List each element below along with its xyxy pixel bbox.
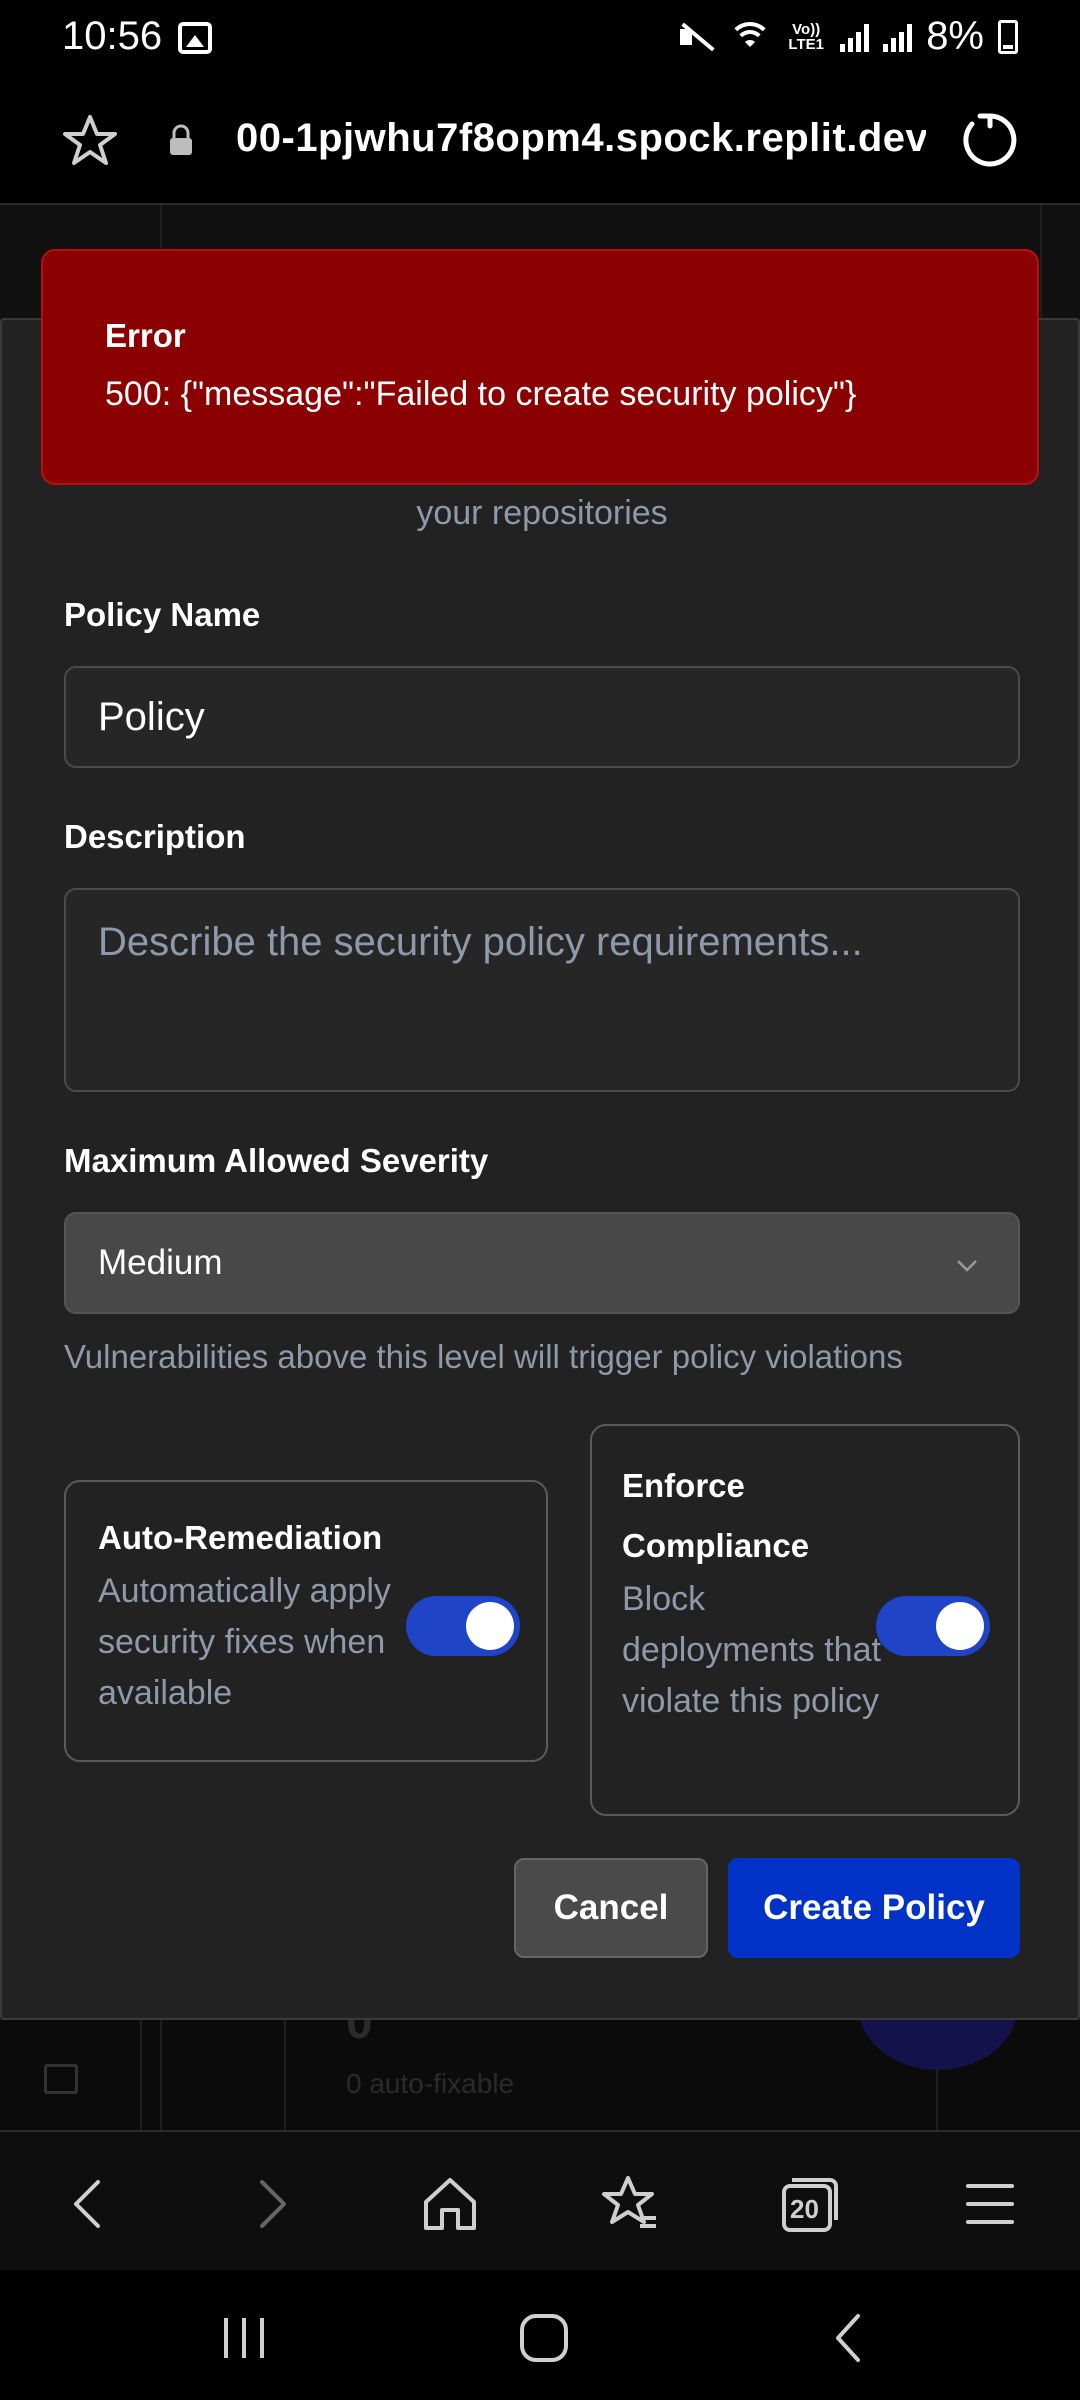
url-text[interactable]: 00-1pjwhu7f8opm4.spock.replit.dev (236, 116, 926, 161)
enforce-compliance-title: Enforce Compliance (622, 1467, 810, 1564)
gallery-icon (178, 22, 212, 54)
status-time: 10:56 (62, 14, 163, 58)
chevron-down-icon (957, 1260, 977, 1272)
bookmark-star-icon[interactable] (62, 113, 118, 169)
severity-help-text: Vulnerabilities above this level will tr… (64, 1338, 903, 1375)
volte-icon: Vo)) LTE1 (788, 20, 824, 53)
battery-charging-icon (998, 19, 1018, 54)
description-label: Description (64, 818, 246, 855)
toggle-knob (466, 1602, 514, 1650)
severity-select[interactable]: Medium (64, 1212, 1020, 1314)
signal-r-icon (883, 22, 913, 52)
create-policy-dialog: your repositories Policy Name Policy Des… (0, 318, 1080, 2020)
back-nav-icon[interactable] (820, 2310, 880, 2366)
gift-icon (44, 2064, 78, 2094)
forward-icon[interactable] (238, 2172, 302, 2236)
description-textarea[interactable]: Describe the security policy requirement… (64, 888, 1020, 1092)
background-count-caption: 0 auto-fixable (346, 2068, 515, 2099)
recent-apps-icon[interactable] (214, 2310, 274, 2366)
system-navigation-bar (0, 2270, 1080, 2400)
auto-remediation-description: Automatically apply security fixes when … (98, 1572, 391, 1712)
tabs-count: 20 (790, 2194, 819, 2224)
signal-icon (840, 22, 870, 52)
lock-icon (170, 124, 192, 155)
home-nav-icon[interactable] (514, 2310, 574, 2366)
policy-name-label: Policy Name (64, 596, 261, 633)
menu-icon[interactable] (958, 2172, 1022, 2236)
bookmarks-icon[interactable] (598, 2172, 662, 2236)
severity-label: Maximum Allowed Severity (64, 1142, 489, 1179)
reload-icon[interactable] (960, 110, 1020, 170)
error-toast: Error 500: {"message":"Failed to create … (41, 249, 1039, 485)
auto-remediation-toggle[interactable] (406, 1596, 520, 1656)
severity-select-value: Medium (98, 1243, 223, 1282)
toggle-knob (936, 1602, 984, 1650)
auto-remediation-card: Auto-Remediation Automatically apply sec… (64, 1480, 548, 1762)
status-icons: Vo)) LTE1 8% (678, 14, 1018, 59)
enforce-compliance-card: Enforce Compliance Block deployments tha… (590, 1424, 1020, 1816)
enforce-compliance-toggle[interactable] (876, 1596, 990, 1656)
home-icon[interactable] (418, 2172, 482, 2236)
back-icon[interactable] (58, 2172, 122, 2236)
dialog-subtitle: your repositories (416, 494, 668, 532)
create-policy-button[interactable]: Create Policy (728, 1858, 1020, 1958)
enforce-compliance-description: Block deployments that violate this poli… (622, 1580, 881, 1720)
browser-url-bar: 00-1pjwhu7f8opm4.spock.replit.dev (0, 80, 1080, 205)
policy-name-input[interactable]: Policy (64, 666, 1020, 768)
wifi-icon (728, 20, 773, 54)
tabs-button[interactable]: 20 (778, 2172, 842, 2236)
toast-message: 500: {"message":"Failed to create securi… (105, 375, 857, 413)
toast-title: Error (105, 317, 186, 354)
status-bar: 10:56 Vo)) LTE1 8% (0, 0, 1080, 80)
auto-remediation-title: Auto-Remediation (98, 1519, 383, 1556)
mute-icon (678, 21, 714, 53)
browser-toolbar: 20 (0, 2130, 1080, 2270)
battery-percent: 8% (926, 14, 984, 58)
cancel-button[interactable]: Cancel (514, 1858, 708, 1958)
